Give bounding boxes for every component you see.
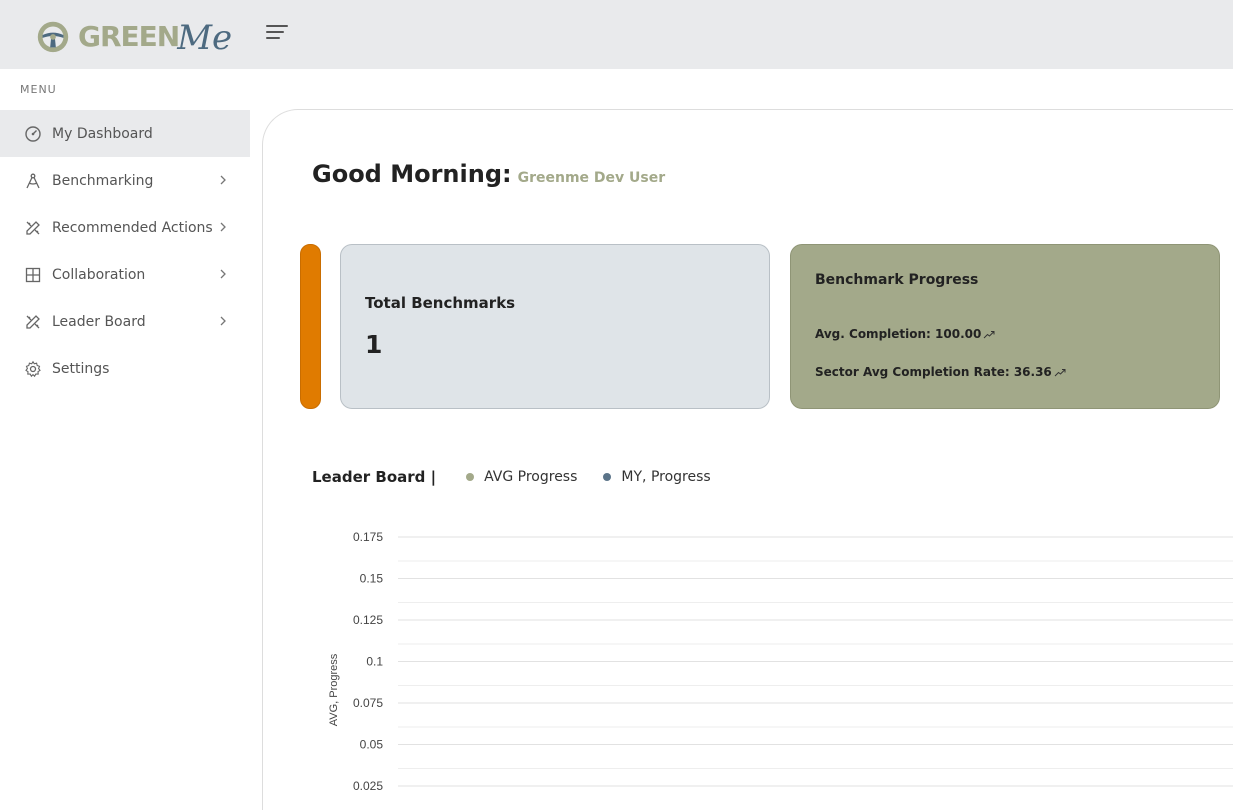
leader-board-title: Leader Board |: [312, 468, 437, 486]
steering-wheel-logo-icon: [37, 21, 69, 53]
legend-avg-progress[interactable]: AVG Progress: [466, 469, 577, 485]
sidebar-item-label: Collaboration: [52, 266, 146, 283]
chevron-right-icon: [220, 316, 226, 326]
legend-label: MY, Progress: [621, 469, 711, 485]
compass-icon: [24, 172, 42, 190]
greeting-label: Good Morning:: [312, 160, 512, 188]
y-tick-label: 0.025: [353, 779, 383, 793]
sidebar-item-leader-board[interactable]: Leader Board: [0, 298, 250, 345]
carousel-previous-card[interactable]: [300, 244, 321, 409]
total-benchmarks-card: Total Benchmarks 1: [340, 244, 770, 409]
chevron-right-icon: [220, 222, 226, 232]
y-tick-label: 0.075: [353, 696, 383, 710]
y-tick-label: 0.1: [366, 655, 383, 669]
leader-board-header: Leader Board | AVG Progress MY, Progress: [312, 468, 711, 486]
dashboard-gauge-icon: [24, 125, 42, 143]
sidebar-item-collaboration[interactable]: Collaboration: [0, 251, 250, 298]
greeting-user-name: Greenme Dev User: [517, 170, 666, 186]
y-tick-label: 0.05: [360, 738, 384, 752]
main-content: Good Morning: Greenme Dev User Total Ben…: [262, 109, 1233, 810]
trend-up-icon: [983, 330, 995, 338]
sector-avg-text: Sector Avg Completion Rate: 36.36: [815, 365, 1052, 379]
sidebar-item-label: Benchmarking: [52, 172, 154, 189]
y-tick-label: 0.175: [353, 530, 383, 544]
legend-dot: [603, 473, 612, 481]
trend-up-icon: [1054, 368, 1066, 376]
sidebar-nav: My Dashboard Benchmarking Recommended Ac…: [0, 110, 250, 392]
menu-label: MENU: [20, 83, 57, 96]
legend-dot: [466, 473, 475, 481]
sidebar: MENU My Dashboard Benchmarking Recommend…: [0, 69, 250, 781]
y-axis-label: AVG, Progress: [328, 653, 340, 726]
menu-toggle-button[interactable]: [266, 25, 288, 43]
benchmark-progress-card: Benchmark Progress Avg. Completion: 100.…: [790, 244, 1220, 409]
sidebar-item-label: My Dashboard: [52, 125, 153, 142]
grid-icon: [24, 266, 42, 284]
gear-icon: [24, 360, 42, 378]
legend-label: AVG Progress: [484, 469, 578, 485]
sidebar-item-my-dashboard[interactable]: My Dashboard: [0, 110, 250, 157]
y-tick-label: 0.125: [353, 613, 383, 627]
sidebar-item-label: Leader Board: [52, 313, 146, 330]
chevron-right-icon: [220, 269, 226, 279]
sidebar-item-settings[interactable]: Settings: [0, 345, 250, 392]
total-benchmarks-value: 1: [365, 330, 383, 359]
leader-board-chart: 0.175 0.15 0.125 0.1 0.075 0.05 0.025 AVG, Prog…: [328, 530, 1233, 793]
total-benchmarks-title: Total Benchmarks: [365, 294, 516, 312]
logo-text: GREEN: [78, 19, 180, 53]
chevron-right-icon: [220, 175, 226, 185]
pencil-ruler-icon: [24, 313, 42, 331]
sidebar-item-benchmarking[interactable]: Benchmarking: [0, 157, 250, 204]
sidebar-item-label: Recommended Actions: [52, 219, 213, 236]
greeting: Good Morning: Greenme Dev User: [312, 160, 665, 188]
benchmark-progress-title: Benchmark Progress: [815, 272, 979, 288]
logo-script: Me: [177, 18, 233, 58]
sidebar-item-recommended-actions[interactable]: Recommended Actions: [0, 204, 250, 251]
sidebar-item-label: Settings: [52, 360, 110, 377]
sector-avg-line: Sector Avg Completion Rate: 36.36: [815, 365, 1066, 379]
top-header: GREEN Me: [0, 0, 1233, 69]
y-tick-label: 0.15: [360, 572, 384, 586]
greenme-logo[interactable]: GREEN Me: [34, 15, 233, 58]
legend-my-progress[interactable]: MY, Progress: [603, 469, 711, 485]
avg-completion-text: Avg. Completion: 100.00: [815, 327, 982, 341]
pencil-ruler-icon: [24, 219, 42, 237]
avg-completion-line: Avg. Completion: 100.00: [815, 327, 995, 341]
